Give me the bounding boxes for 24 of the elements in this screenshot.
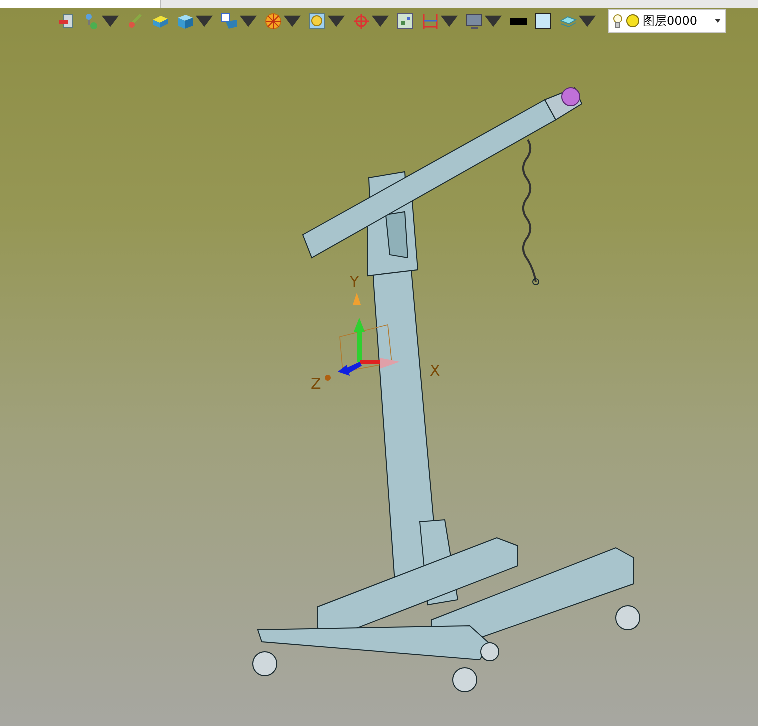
spoked-wheel-icon: [265, 12, 282, 30]
brush-icon: [127, 12, 144, 30]
z-axis-label: Z: [311, 375, 322, 393]
lightbulb-icon: [613, 14, 623, 28]
cube-with-frame-icon: [221, 12, 238, 30]
toolbar-button[interactable]: [395, 12, 416, 30]
toolbar-button[interactable]: [263, 12, 303, 30]
cube-icon: [177, 12, 194, 30]
picture-icon: [397, 12, 414, 30]
y-axis-label: Y: [350, 273, 360, 291]
layer-dropdown[interactable]: 图层0000: [608, 9, 726, 33]
monitor-icon: [466, 12, 483, 30]
dimension-icon: [422, 12, 439, 30]
square-icon: [535, 12, 552, 30]
toolbar-button[interactable]: [307, 12, 347, 30]
toolbar-button[interactable]: [219, 12, 259, 30]
node-tree-icon: [83, 12, 100, 30]
crosshair-icon: [353, 12, 370, 30]
layer-status-icon: [626, 14, 640, 28]
toolbar-button[interactable]: [533, 12, 554, 30]
exit-icon: [58, 12, 75, 30]
x-axis-label: X: [430, 362, 440, 380]
caret-icon: [715, 19, 721, 23]
zoom-icon: [309, 12, 326, 30]
